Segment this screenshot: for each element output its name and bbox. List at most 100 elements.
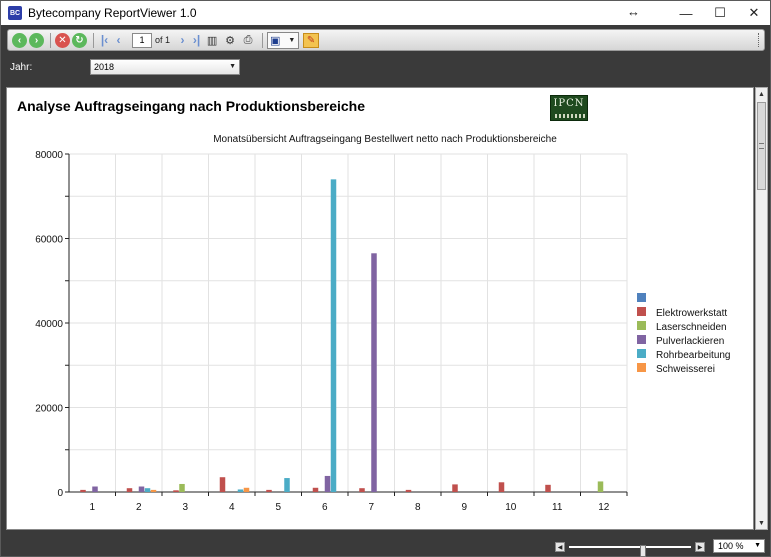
toolbar-separator	[262, 32, 264, 48]
y-tick-label: 60000	[35, 235, 63, 246]
zoom-thumb[interactable]	[640, 545, 646, 557]
legend-label: Schweisserei	[656, 364, 715, 375]
x-tick-label: 6	[322, 502, 328, 513]
chart-bar	[150, 489, 157, 492]
legend-swatch	[637, 307, 646, 316]
year-label: Jahr:	[10, 62, 33, 73]
last-page-icon[interactable]: ›|	[190, 33, 203, 48]
app-window: BC Bytecompany ReportViewer 1.0 ↔ — ☐ ✕ …	[0, 0, 771, 557]
zoom-slider[interactable]: ◀ ▶	[555, 542, 705, 557]
stop-icon[interactable]: ✕	[55, 32, 70, 48]
print-icon[interactable]: ⎙	[240, 33, 256, 48]
legend-swatch	[637, 293, 646, 302]
x-tick-label: 12	[598, 502, 610, 513]
chart-bar	[243, 487, 250, 492]
back-icon[interactable]: ‹	[12, 32, 27, 48]
chart-bar	[179, 483, 185, 492]
app-icon: BC	[8, 6, 22, 20]
chart-bar	[324, 475, 331, 492]
toolbar-grip	[758, 33, 761, 47]
legend-swatch	[637, 321, 646, 330]
x-tick-label: 9	[461, 502, 467, 513]
report-toolbar: ‹ › ✕ ↻ |‹ ‹ 1 of 1 › ›| ▥ ⚙ ⎙ ▣ ▼ ✎	[7, 29, 765, 51]
zoom-in-icon[interactable]: ▶	[695, 542, 705, 552]
refresh-icon[interactable]: ↻	[72, 32, 87, 48]
next-page-icon[interactable]: ›	[176, 33, 189, 48]
first-page-icon[interactable]: |‹	[98, 33, 111, 48]
y-tick-label: 80000	[35, 150, 63, 161]
chevron-down-icon: ▼	[754, 542, 761, 549]
scroll-up-icon[interactable]: ▲	[756, 88, 767, 100]
x-tick-label: 10	[505, 502, 517, 513]
previous-page-icon[interactable]: ‹	[112, 33, 125, 48]
x-tick-label: 4	[229, 502, 235, 513]
window-title: Bytecompany ReportViewer 1.0	[28, 6, 197, 20]
toolbar-separator	[93, 32, 94, 48]
scroll-thumb[interactable]	[757, 102, 766, 190]
x-tick-label: 7	[368, 502, 374, 513]
legend-label: Rohrbearbeitung	[656, 350, 731, 361]
chart-bar	[597, 481, 604, 492]
print-layout-icon[interactable]: ▥	[204, 33, 220, 48]
close-button[interactable]: ✕	[737, 1, 771, 25]
chart-bar	[284, 478, 290, 492]
resize-icon[interactable]: ↔	[627, 4, 640, 19]
year-select-value: 2018	[94, 62, 115, 72]
legend-swatch	[637, 335, 646, 344]
chart-bar	[405, 489, 412, 492]
year-select[interactable]: 2018 ▼	[90, 59, 240, 75]
parameter-bar: Jahr: 2018 ▼	[2, 55, 770, 81]
status-bar: ◀ ▶ 100 % ▼	[2, 534, 770, 557]
legend-label: Pulverlackieren	[656, 336, 724, 347]
zoom-level-select[interactable]: 100 % ▼	[713, 539, 765, 553]
chart-bar	[126, 488, 133, 492]
page-number-input[interactable]: 1	[132, 32, 152, 48]
x-tick-label: 11	[552, 502, 563, 513]
maximize-button[interactable]: ☐	[703, 1, 737, 25]
vertical-scrollbar[interactable]: ▲ ▼	[755, 87, 768, 530]
export-icon[interactable]: ✎	[303, 32, 320, 48]
chart-bar	[545, 484, 551, 492]
chart-bar	[498, 482, 505, 492]
x-tick-label: 2	[136, 502, 142, 513]
save-dropdown-button[interactable]: ▣ ▼	[267, 31, 300, 49]
toolbar-separator	[50, 32, 51, 48]
bar-chart: 0200004000060000800001 2 3 4 5 6 7 8 9 10 11 12Elek…	[35, 150, 731, 513]
legend-swatch	[637, 349, 646, 358]
legend-label: Laserschneiden	[656, 322, 727, 333]
legend-swatch	[637, 363, 646, 372]
report-canvas: Analyse Auftragseingang nach Produktions…	[6, 87, 754, 530]
x-tick-label: 1	[89, 502, 95, 513]
chart-bar	[144, 488, 151, 492]
chart-bar	[138, 486, 145, 492]
legend-label: Elektrowerkstatt	[656, 308, 727, 319]
page-count-label: of 1	[155, 35, 171, 45]
chart-bar	[371, 253, 377, 492]
chart-bar	[266, 489, 272, 492]
page-setup-icon[interactable]: ⚙	[222, 33, 238, 48]
title-bar: BC Bytecompany ReportViewer 1.0 ↔ — ☐ ✕	[1, 1, 770, 25]
chart-bar	[237, 489, 244, 492]
chart-bar	[452, 484, 458, 492]
scroll-down-icon[interactable]: ▼	[756, 517, 767, 529]
save-icon: ▣	[270, 34, 281, 47]
chart-bar	[173, 490, 179, 492]
zoom-out-icon[interactable]: ◀	[555, 542, 565, 552]
chart-bar	[80, 489, 86, 492]
y-tick-label: 40000	[35, 319, 63, 330]
chart-bar	[330, 179, 337, 492]
zoom-track[interactable]	[569, 545, 691, 557]
chart-bar	[359, 488, 365, 492]
x-tick-label: 8	[415, 502, 421, 513]
scroll-grip-icon	[759, 143, 764, 149]
zoom-level-value: 100 %	[718, 541, 744, 551]
chevron-down-icon: ▼	[229, 63, 236, 70]
x-tick-label: 3	[182, 502, 188, 513]
x-tick-label: 5	[275, 502, 281, 513]
y-tick-label: 20000	[35, 404, 63, 415]
forward-icon[interactable]: ›	[29, 32, 44, 48]
chart-bar	[312, 487, 319, 492]
chevron-down-icon: ▼	[288, 36, 296, 44]
chart-bar	[92, 486, 98, 492]
minimize-button[interactable]: —	[669, 1, 703, 25]
